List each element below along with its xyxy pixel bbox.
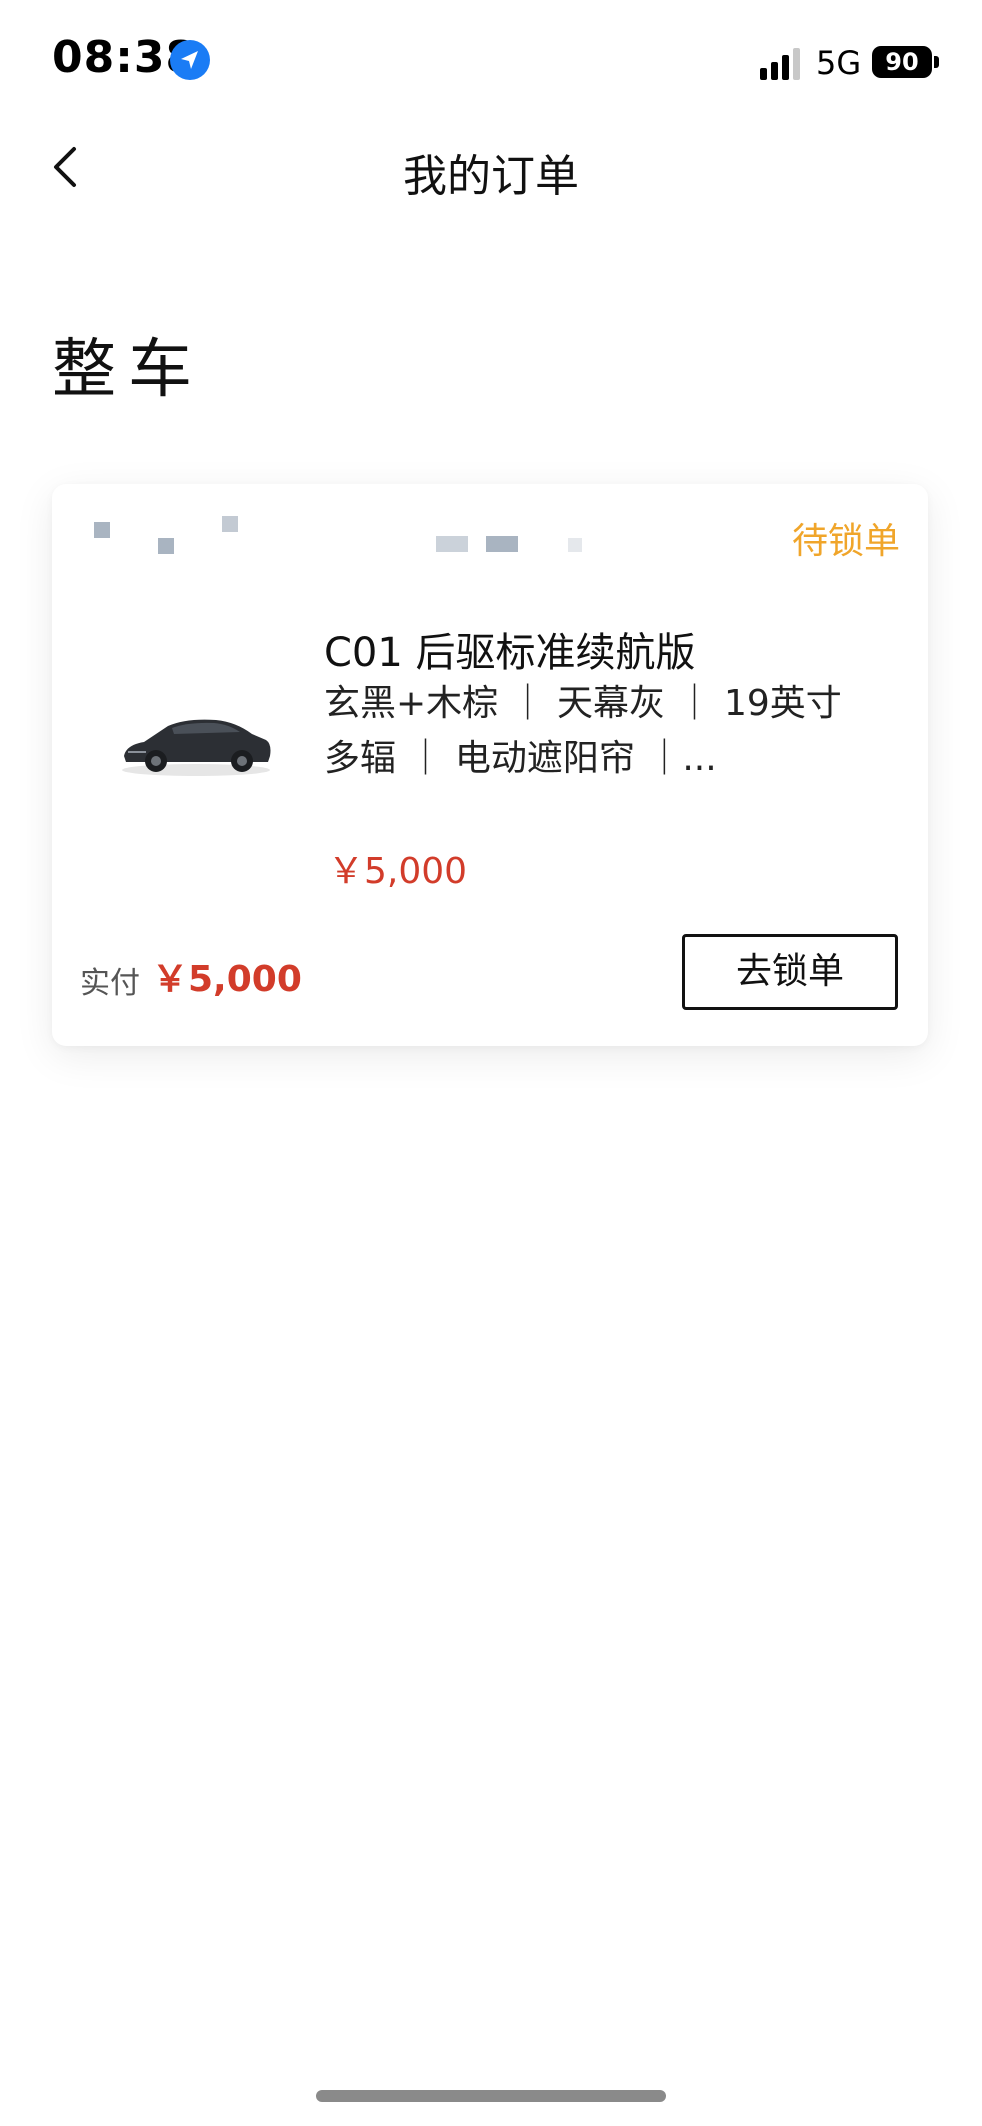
home-indicator[interactable]	[316, 2090, 666, 2102]
screen: 08:38 5G 90 我的订单 整车 待锁单 C01 后驱标准续航版 玄黑+木…	[0, 0, 982, 2126]
network-type: 5G	[816, 44, 862, 82]
order-number-redacted	[82, 516, 642, 556]
battery-tip	[934, 56, 939, 68]
status-bar: 08:38 5G 90	[0, 0, 982, 120]
paid-amount: ￥5,000	[152, 959, 302, 1000]
cellular-signal-icon	[760, 48, 804, 80]
section-title: 整车	[52, 333, 204, 407]
paid-label: 实付	[80, 966, 140, 1001]
order-status: 待锁单	[791, 521, 900, 562]
product-options: 玄黑+木棕 ｜ 天幕灰 ｜ 19英寸多辐 ｜ 电动遮阳帘 ｜...	[324, 683, 842, 779]
lock-order-button[interactable]: 去锁单	[682, 934, 898, 1010]
product-name: C01 后驱标准续航版	[324, 630, 696, 676]
battery-icon: 90	[872, 46, 932, 78]
location-arrow-icon	[170, 40, 210, 80]
order-card[interactable]: 待锁单 C01 后驱标准续航版 玄黑+木棕 ｜ 天幕灰 ｜ 19英寸多辐 ｜ 电…	[52, 484, 928, 1046]
battery-level: 90	[885, 48, 919, 76]
nav-bar: 我的订单	[0, 120, 982, 212]
product-price: ￥5,000	[328, 851, 468, 892]
page-title: 我的订单	[403, 151, 579, 202]
car-image	[116, 712, 276, 778]
